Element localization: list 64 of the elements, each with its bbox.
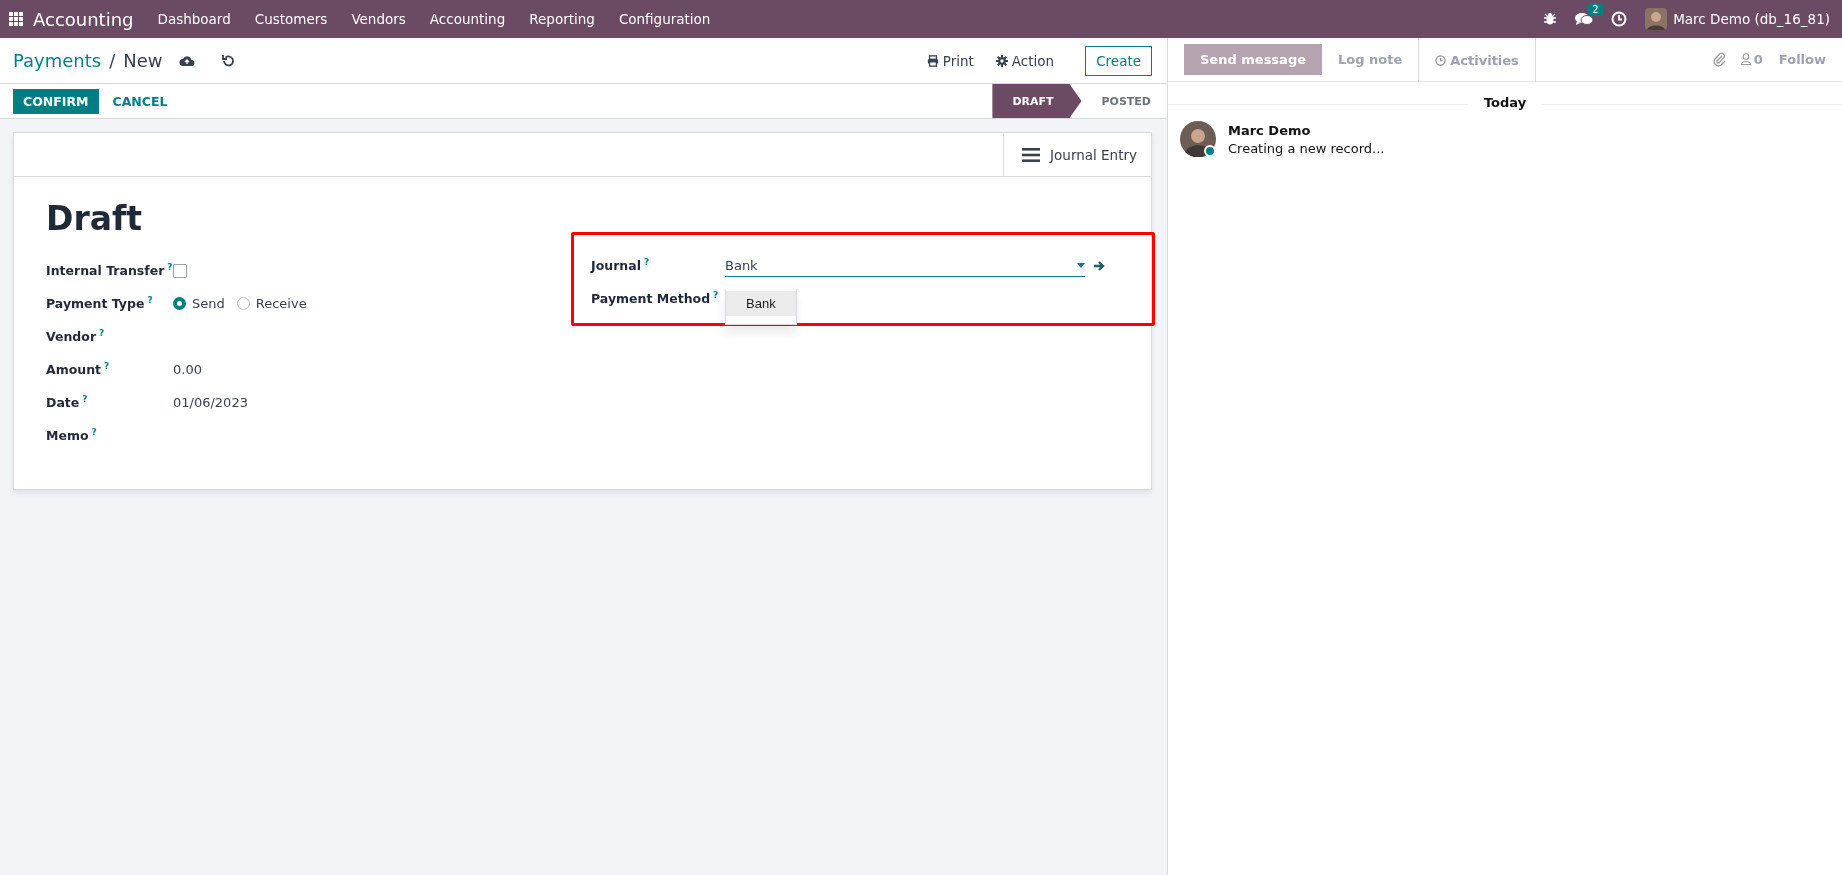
field-label: Memo	[46, 428, 89, 443]
menu-item[interactable]: Configuration	[606, 11, 723, 27]
checkbox[interactable]	[173, 263, 187, 278]
menu-item[interactable]: Reporting	[517, 11, 607, 27]
radio-label: Receive	[255, 296, 307, 311]
print-button[interactable]: Print	[917, 46, 983, 75]
avatar-icon	[1180, 121, 1216, 157]
cancel-button[interactable]: CANCEL	[102, 88, 178, 114]
help-tooltip[interactable]: ?	[104, 362, 110, 371]
field-label: Date	[46, 395, 80, 410]
message-author: Marc Demo	[1228, 123, 1312, 138]
help-tooltip[interactable]: ?	[167, 263, 173, 272]
menu-item[interactable]: Accounting	[417, 11, 518, 27]
undo-icon[interactable]	[220, 53, 235, 68]
confirm-button[interactable]: CONFIRM	[13, 88, 99, 114]
list-icon	[1022, 147, 1041, 162]
action-button[interactable]: Action	[986, 46, 1064, 75]
dropdown-option[interactable]: Bank	[726, 291, 796, 316]
app-name[interactable]: Accounting	[33, 8, 134, 30]
app-grid-icon[interactable]	[9, 12, 23, 26]
radio-label: Send	[192, 296, 225, 311]
caret-icon	[1077, 262, 1085, 268]
help-tooltip[interactable]: ?	[147, 296, 153, 305]
field-label: Journal	[591, 258, 641, 273]
menu-item[interactable]: Vendors	[339, 11, 418, 27]
status-stage[interactable]: POSTED	[1081, 84, 1167, 118]
field-label: Amount	[46, 362, 102, 377]
arrow-right-icon[interactable]	[1093, 259, 1105, 272]
help-tooltip[interactable]: ?	[82, 395, 88, 404]
radio-button[interactable]	[173, 297, 186, 310]
field-value: 0.00	[173, 362, 202, 377]
field-value: 01/06/2023	[173, 395, 248, 410]
avatar-icon	[1645, 8, 1668, 30]
field-label: Vendor	[46, 329, 97, 344]
field-label: Payment Method	[591, 291, 711, 306]
journal-select[interactable]: Bank	[725, 254, 1085, 277]
breadcrumb-separator: /	[109, 50, 116, 71]
field-label: Payment Type	[46, 296, 145, 311]
record-title: Draft	[46, 199, 143, 238]
clock-icon[interactable]	[1611, 11, 1628, 27]
breadcrumb-current: New	[123, 50, 163, 71]
user-menu[interactable]: Marc Demo (db_16_81)	[1673, 11, 1830, 27]
cloud-upload-icon[interactable]	[178, 54, 195, 67]
paperclip-icon[interactable]	[1712, 51, 1725, 67]
help-tooltip[interactable]: ?	[713, 291, 719, 300]
clock-icon	[1435, 54, 1447, 66]
message-count-badge: 2	[1588, 3, 1603, 16]
chat-icon[interactable]	[1575, 12, 1594, 26]
person-icon	[1740, 53, 1751, 65]
field-label: Internal Transfer	[46, 263, 165, 278]
menu-item[interactable]: Customers	[242, 11, 340, 27]
printer-icon	[926, 54, 939, 67]
date-separator: Today	[1467, 95, 1543, 111]
help-tooltip[interactable]: ?	[643, 258, 650, 267]
help-tooltip[interactable]: ?	[99, 329, 105, 338]
breadcrumb-link[interactable]: Payments	[13, 50, 102, 71]
journal-entry-button[interactable]: Journal Entry	[1003, 133, 1151, 176]
create-button[interactable]: Create	[1085, 45, 1152, 76]
menu-item[interactable]: Dashboard	[145, 11, 243, 27]
status-stage[interactable]: DRAFT	[992, 84, 1082, 118]
message-body: Creating a new record...	[1228, 141, 1385, 156]
gear-icon	[995, 54, 1008, 67]
bug-icon[interactable]	[1543, 12, 1558, 26]
help-tooltip[interactable]: ?	[91, 428, 97, 437]
